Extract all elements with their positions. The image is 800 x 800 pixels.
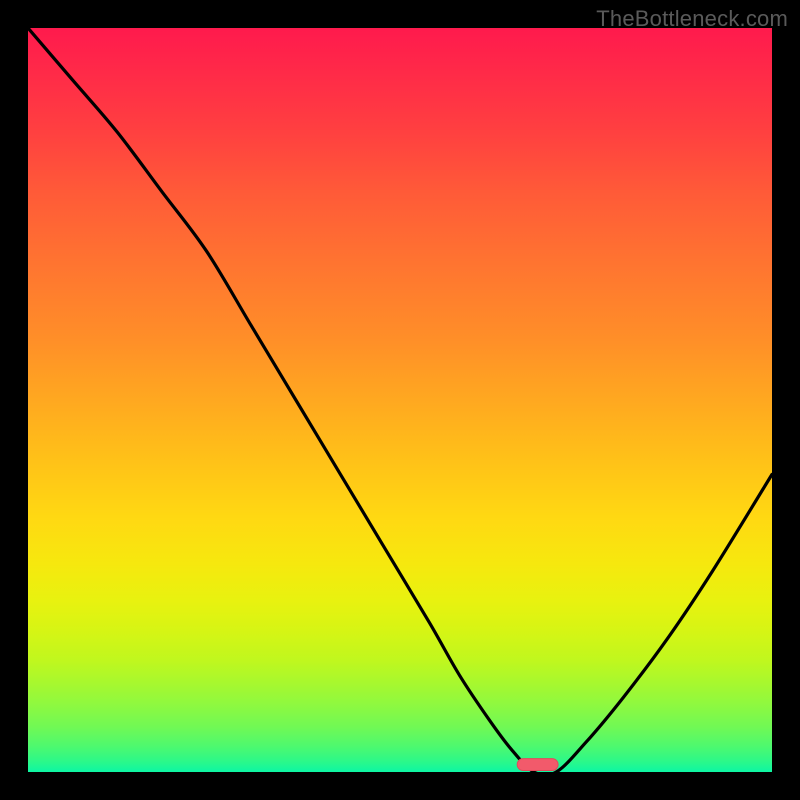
highlight-pill (517, 759, 558, 771)
plot-area (28, 28, 772, 772)
watermark-text: TheBottleneck.com (596, 6, 788, 32)
highlight-marker-layer (28, 28, 772, 772)
chart-frame: TheBottleneck.com (0, 0, 800, 800)
